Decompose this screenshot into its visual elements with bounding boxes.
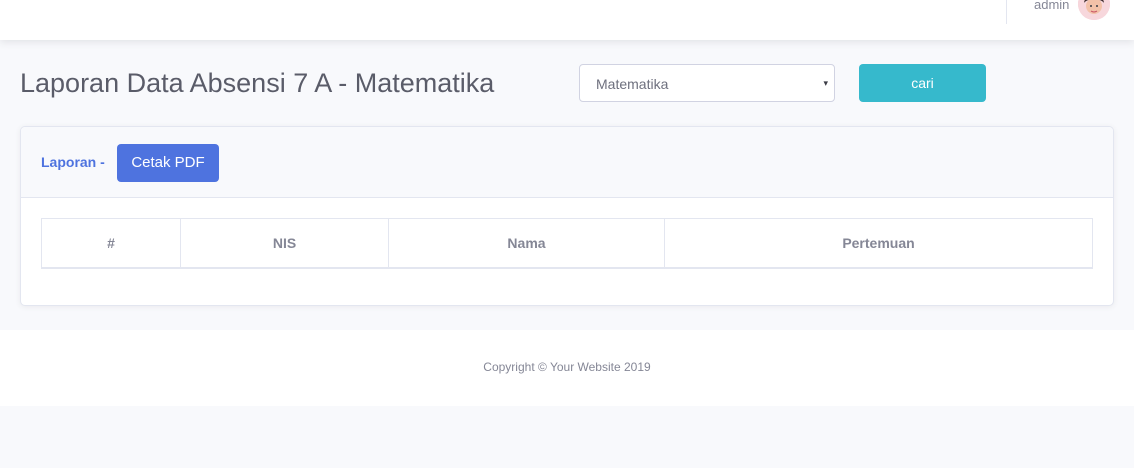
- column-header-number[interactable]: #: [42, 219, 181, 267]
- attendance-table: # NIS Nama Pertemuan: [41, 218, 1093, 269]
- print-pdf-button[interactable]: Cetak PDF: [117, 144, 219, 182]
- chevron-down-icon: ▾: [823, 78, 828, 88]
- topbar: admin: [0, 0, 1134, 40]
- subject-select[interactable]: Matematika ▾: [579, 64, 835, 102]
- search-button[interactable]: cari: [859, 64, 986, 102]
- avatar-image: [1078, 0, 1110, 20]
- column-header-meeting[interactable]: Pertemuan: [665, 219, 1092, 267]
- card-header-label: Laporan -: [41, 154, 105, 170]
- avatar[interactable]: [1078, 0, 1110, 20]
- column-header-nis[interactable]: NIS: [181, 219, 389, 267]
- card-header: Laporan - Cetak PDF: [21, 127, 1113, 198]
- subject-select-value: Matematika: [596, 76, 669, 92]
- page-title: Laporan Data Absensi 7 A - Matematika: [20, 68, 495, 98]
- copyright-text: Copyright © Your Website 2019: [483, 360, 651, 374]
- footer: Copyright © Your Website 2019: [0, 330, 1134, 406]
- user-name[interactable]: admin: [1034, 0, 1069, 13]
- column-header-name[interactable]: Nama: [389, 219, 665, 267]
- report-card: Laporan - Cetak PDF # NIS Nama Pertemuan: [20, 126, 1114, 306]
- table-header-row: # NIS Nama Pertemuan: [42, 219, 1092, 267]
- topbar-divider: [1006, 0, 1007, 24]
